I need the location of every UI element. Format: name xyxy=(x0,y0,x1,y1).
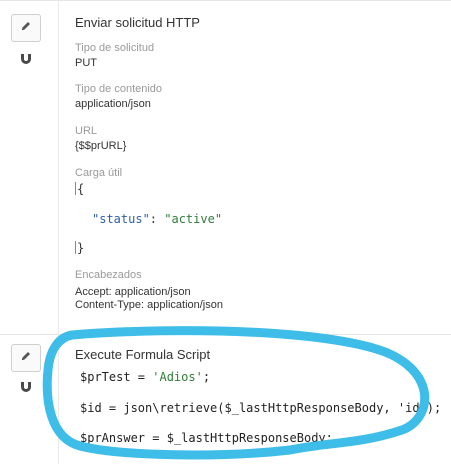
field-label-headers: Encabezados xyxy=(75,269,142,281)
header-line: Content-Type: application/json xyxy=(75,299,223,311)
payload-close-brace: } xyxy=(75,241,85,255)
script-line: $prAnswer = $_lastHttpResponseBody; xyxy=(80,431,333,445)
field-label-content-type: Tipo de contenido xyxy=(75,83,163,95)
step-title: Enviar solicitud HTTP xyxy=(75,15,200,30)
header-line: Accept: application/json xyxy=(75,286,191,298)
pencil-icon xyxy=(20,349,32,367)
pencil-icon xyxy=(20,19,32,37)
field-label-request-type: Tipo de solicitud xyxy=(75,42,155,54)
step-rail xyxy=(0,335,59,464)
step-title: Execute Formula Script xyxy=(75,347,211,362)
payload-key: "status" xyxy=(92,212,150,226)
script-line: $id = json\retrieve($_lastHttpResponseBo… xyxy=(80,401,442,415)
cursor-bar xyxy=(75,182,76,195)
magnet-icon[interactable] xyxy=(18,52,34,66)
field-value-url: {$$prURL} xyxy=(75,140,127,152)
payload-value: "active" xyxy=(164,212,223,226)
payload-line: "status": "active" xyxy=(92,212,222,226)
payload-colon: : xyxy=(149,212,165,226)
field-label-payload: Carga útil xyxy=(75,167,123,179)
payload-open-brace: { xyxy=(75,182,85,196)
edit-step-button[interactable] xyxy=(11,344,41,372)
field-value-content-type: application/json xyxy=(75,98,151,110)
field-label-url: URL xyxy=(75,125,98,137)
step-card-http-request: Enviar solicitud HTTP Tipo de solicitud … xyxy=(0,0,451,335)
step-rail xyxy=(0,1,59,335)
magnet-icon[interactable] xyxy=(18,380,34,394)
cursor-bar xyxy=(75,241,76,254)
edit-step-button[interactable] xyxy=(11,14,41,42)
script-line: $prTest = 'Adios'; xyxy=(80,370,211,384)
field-value-request-type: PUT xyxy=(75,57,97,69)
step-card-formula-script: Execute Formula Script $prTest = 'Adios'… xyxy=(0,334,451,464)
